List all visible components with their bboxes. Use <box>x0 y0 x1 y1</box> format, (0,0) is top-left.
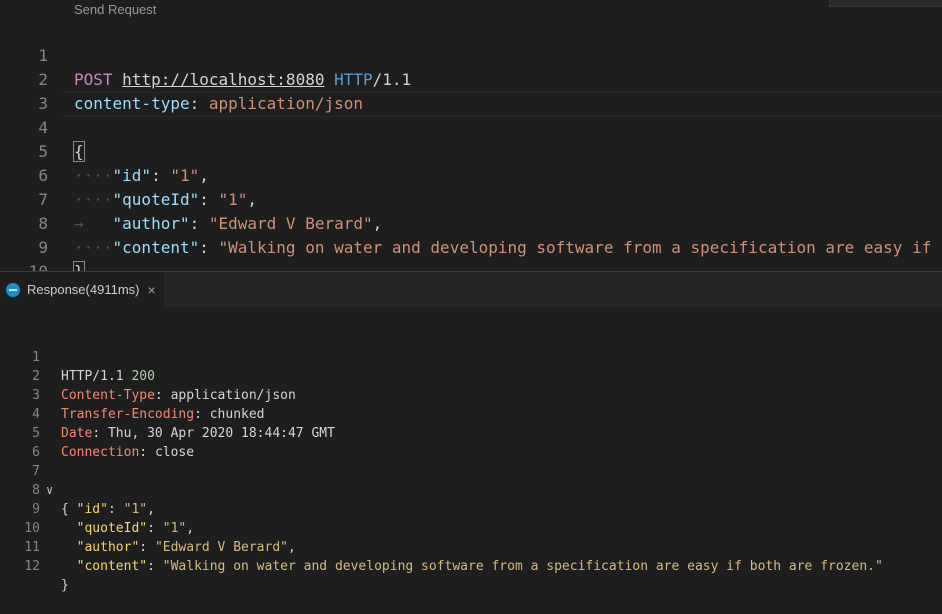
response-line: 5 Connection: close <box>0 405 942 460</box>
response-line: 6 <box>0 424 942 460</box>
editor-line: 6 ····"quoteId": "1", <box>0 140 942 209</box>
response-line: 1 HTTP/1.1 200 <box>0 329 942 384</box>
close-brace: } <box>61 578 69 593</box>
response-line: 11 "content": "Walking on water and deve… <box>0 519 942 574</box>
response-line: 4 Date: Thu, 30 Apr 2020 18:44:47 GMT <box>0 386 942 441</box>
send-request-codelens[interactable]: Send Request <box>74 1 156 19</box>
editor-line: 5 ····"id": "1", <box>0 116 942 185</box>
editor-line: 1 POST http://localhost:8080 HTTP/1.1 <box>0 20 942 89</box>
response-line: 3 Transfer-Encoding: chunked <box>0 367 942 422</box>
editor-line: 9 } <box>0 212 942 282</box>
response-line: 10 "author": "Edward V Berard", <box>0 500 942 555</box>
response-line: 8 "id": "1", <box>0 462 942 517</box>
response-line: 12 } <box>0 538 942 593</box>
line-number: 12 <box>24 559 40 574</box>
close-icon[interactable]: × <box>147 282 155 298</box>
editor-line: 3 <box>0 68 942 113</box>
editor-line: 8 ····"content": "Walking on water and d… <box>0 188 942 257</box>
json-key: "content" <box>76 559 148 574</box>
response-viewer[interactable]: 1 HTTP/1.1 200 2 Content-Type: applicati… <box>0 329 942 593</box>
response-tab-label: Response(4911ms) <box>27 282 140 297</box>
editor-line: 4 { <box>0 92 942 162</box>
window-edge <box>829 0 942 7</box>
response-line: 7 ∨ { <box>0 443 942 517</box>
response-line: 9 "quoteId": "1", <box>0 481 942 536</box>
response-tab[interactable]: Response(4911ms) × <box>0 272 164 307</box>
request-editor[interactable]: 1 POST http://localhost:8080 HTTP/1.1 2 … <box>0 20 942 282</box>
response-line: 2 Content-Type: application/json <box>0 348 942 403</box>
editor-line: 2 content-type: application/json <box>0 44 942 113</box>
rest-client-icon <box>6 282 20 297</box>
editor-line: 10 <box>0 236 942 281</box>
editor-line: 7 → "author": "Edward V Berard", <box>0 164 942 233</box>
json-value: "Walking on water and developing softwar… <box>162 559 883 574</box>
response-tab-bar: Response(4911ms) × <box>0 271 942 307</box>
